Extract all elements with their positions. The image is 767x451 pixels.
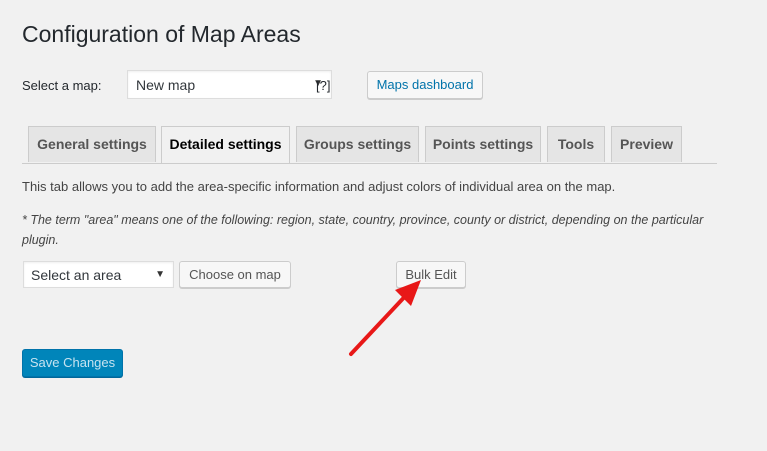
chevron-down-icon: ▼ (155, 269, 165, 280)
page-title: Configuration of Map Areas (22, 21, 301, 47)
tab-detailed-settings[interactable]: Detailed settings (161, 126, 290, 163)
map-select[interactable]: New map ▼ (127, 70, 332, 99)
tab-tools[interactable]: Tools (547, 126, 605, 162)
annotation-arrow-icon (349, 280, 421, 356)
tab-groups-settings[interactable]: Groups settings (296, 126, 419, 162)
tab-general-settings[interactable]: General settings (28, 126, 156, 162)
area-select-value: Select an area (31, 267, 122, 283)
map-select-label: Select a map: (22, 78, 102, 93)
help-link[interactable]: [?] (316, 78, 330, 93)
save-changes-button[interactable]: Save Changes (22, 349, 123, 377)
tab-description: This tab allows you to add the area-spec… (22, 179, 616, 194)
choose-on-map-button[interactable]: Choose on map (179, 261, 291, 288)
tab-preview[interactable]: Preview (611, 126, 682, 162)
settings-tabs: General settings Detailed settings Group… (22, 126, 717, 164)
area-term-note: * The term "area" means one of the follo… (22, 213, 704, 247)
area-select[interactable]: Select an area ▼ (23, 261, 174, 288)
tab-points-settings[interactable]: Points settings (425, 126, 541, 162)
map-select-value: New map (136, 77, 196, 93)
maps-dashboard-button[interactable]: Maps dashboard (367, 71, 483, 99)
